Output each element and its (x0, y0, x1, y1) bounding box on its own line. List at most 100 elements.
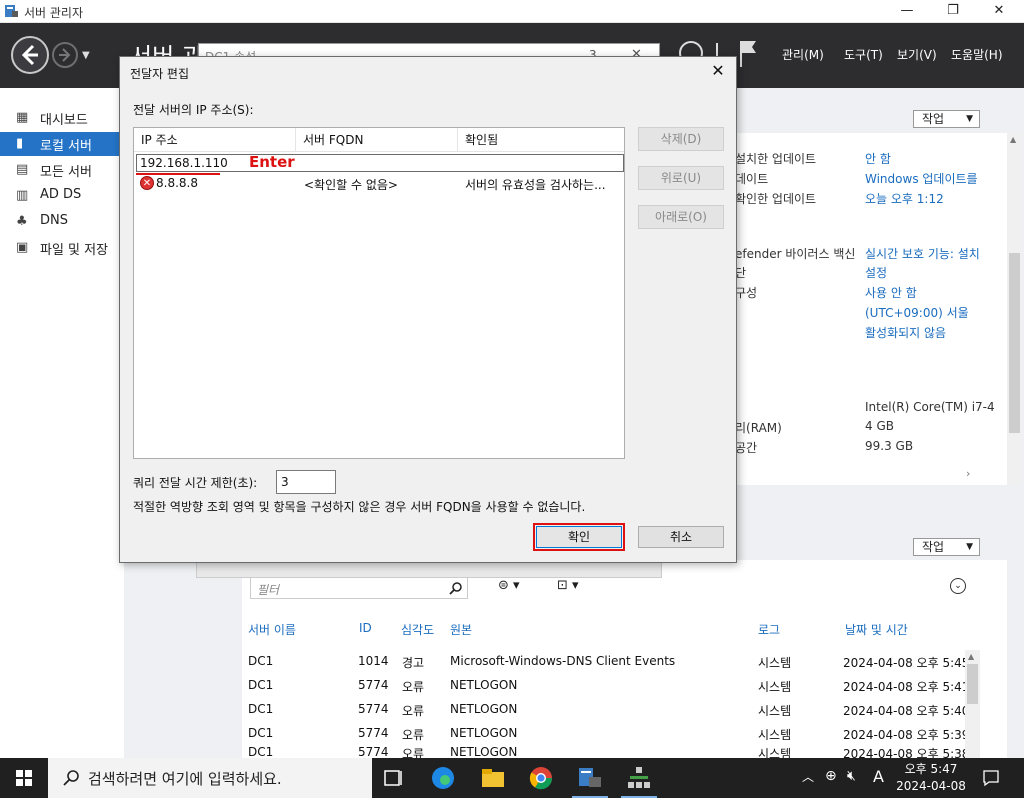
all-servers-icon: ▤ (16, 162, 29, 177)
edit-forwarders-dialog: 전달자 편집 ✕ 전달 서버의 IP 주소(S): IP 주소 서버 FQDN … (119, 56, 737, 563)
prop-value-link[interactable]: Windows 업데이트를 (865, 170, 978, 187)
error-icon: ✕ (140, 176, 154, 190)
notification-center-icon[interactable] (982, 769, 1000, 787)
prop-value-link[interactable]: 사용 안 함 (865, 284, 917, 301)
scroll-thumb[interactable] (967, 664, 978, 704)
col-log[interactable]: 로그 (758, 621, 780, 638)
minimize-button[interactable]: — (884, 0, 930, 23)
scroll-right-icon[interactable]: › (966, 467, 970, 480)
dialog-close-button[interactable]: ✕ (706, 59, 730, 83)
ip-edit-input[interactable]: 192.168.1.110 (136, 154, 624, 172)
prop-value-link[interactable]: 안 함 (865, 150, 891, 167)
cell-log: 시스템 (758, 747, 792, 758)
properties-task-button[interactable]: 작업 ▼ (913, 110, 980, 128)
network-icon[interactable]: ⊕ (825, 768, 837, 784)
filter-placeholder: 필터 (257, 583, 280, 597)
prop-label: 설치한 업데이트 (735, 152, 817, 166)
file-explorer-icon[interactable] (478, 764, 508, 792)
col-server-fqdn[interactable]: 서버 FQDN (296, 128, 458, 152)
dns-manager-taskbar-icon[interactable] (624, 764, 654, 792)
row-ip: 8.8.8.8 (156, 176, 198, 190)
cell-datetime: 2024-04-08 오후 5:39 (843, 728, 970, 742)
menu-help[interactable]: 도움말(H) (951, 46, 1003, 63)
properties-scrollbar[interactable]: ▲ (1007, 133, 1022, 485)
events-filter-input[interactable]: 필터 (250, 577, 468, 599)
sidebar-item-dashboard[interactable]: ▦ 대시보드 (0, 106, 124, 130)
scroll-thumb[interactable] (1009, 253, 1020, 433)
sidebar-item-ad-ds[interactable]: ▥ AD DS (0, 184, 124, 208)
menu-tools[interactable]: 도구(T) (844, 46, 883, 63)
prop-value-link[interactable]: 실시간 보호 기능: 설치 (865, 245, 980, 262)
server-manager-taskbar-icon[interactable] (575, 764, 605, 792)
cell-source: Microsoft-Windows-DNS Client Events (450, 654, 676, 668)
ip-edit-value: 192.168.1.110 (140, 156, 228, 170)
prop-value-link[interactable]: (UTC+09:00) 서울 (865, 304, 969, 321)
col-source[interactable]: 원본 (450, 621, 472, 638)
cell-datetime: 2024-04-08 오후 5:41 (843, 680, 970, 694)
events-task-button[interactable]: 작업 ▼ (913, 538, 980, 556)
list-view-icon[interactable]: ⊜ ▾ (498, 578, 520, 593)
cell-source: NETLOGON (450, 745, 518, 758)
maximize-button[interactable]: ❐ (930, 0, 976, 23)
history-dropdown-icon[interactable]: ▼ (82, 50, 90, 61)
sidebar-item-file-storage[interactable]: ▣ 파일 및 저장 (0, 236, 124, 260)
prop-value-link[interactable]: 활성화되지 않음 (865, 324, 946, 341)
forwarder-ip-list[interactable]: IP 주소 서버 FQDN 확인됨 192.168.1.110 Enter ✕ … (133, 127, 625, 459)
notification-flag-icon[interactable] (738, 39, 758, 69)
windows-start-icon[interactable] (0, 758, 48, 798)
cell-severity: 오류 (402, 704, 425, 718)
close-button[interactable]: ✕ (976, 0, 1022, 23)
menu-view[interactable]: 보기(V) (897, 46, 937, 63)
search-icon[interactable] (449, 581, 463, 595)
menu-manage[interactable]: 관리(M) (782, 46, 824, 63)
task-view-icon[interactable] (377, 764, 407, 792)
prop-value-link[interactable]: 설정 (865, 264, 887, 281)
cell-severity: 오류 (402, 747, 425, 758)
cell-severity: 오류 (402, 728, 425, 742)
scroll-up-icon[interactable]: ▲ (1010, 135, 1016, 144)
ime-indicator[interactable]: A (873, 767, 884, 786)
col-severity[interactable]: 심각도 (401, 621, 434, 638)
cell-source: NETLOGON (450, 726, 518, 740)
sidebar-item-label: 로컬 서버 (40, 139, 92, 154)
back-button[interactable] (11, 36, 49, 74)
tray-overflow-icon[interactable]: ︿ (802, 768, 814, 785)
delete-button[interactable]: 삭제(D) (638, 127, 724, 151)
prop-label: 리(RAM) (735, 421, 782, 435)
edge-icon[interactable] (428, 764, 458, 792)
cell-server: DC1 (248, 702, 274, 716)
move-down-button[interactable]: 아래로(O) (638, 205, 724, 229)
prop-label: 구성 (735, 286, 758, 300)
sidebar-item-local-server[interactable]: ▮ 로컬 서버 (0, 132, 124, 156)
col-validated[interactable]: 확인됨 (458, 128, 624, 152)
events-scrollbar[interactable]: ▲ (965, 650, 980, 758)
forward-button[interactable] (52, 42, 78, 68)
sidebar-item-all-servers[interactable]: ▤ 모든 서버 (0, 158, 124, 182)
move-up-button[interactable]: 위로(U) (638, 166, 724, 190)
window-title: 서버 관리자 (24, 6, 84, 20)
list-item[interactable]: ✕ 8.8.8.8 <확인할 수 없음> 서버의 유효성을 검사하는... (136, 174, 624, 192)
volume-muted-icon[interactable]: 🔇︎ (847, 768, 856, 784)
ok-button[interactable]: 확인 (536, 526, 622, 548)
scroll-up-icon[interactable]: ▲ (968, 652, 974, 661)
prop-label: 공간 (735, 441, 758, 455)
prop-value-link[interactable]: 오늘 오후 1:12 (865, 190, 944, 207)
sidebar-item-label: 대시보드 (40, 113, 88, 128)
enter-annotation: Enter (249, 153, 295, 171)
cancel-button[interactable]: 취소 (638, 526, 724, 548)
dns-icon: ♣ (16, 214, 28, 229)
file-storage-icon: ▣ (16, 240, 29, 255)
taskbar-clock[interactable]: 오후 5:47 2024-04-08 (888, 761, 974, 795)
col-id[interactable]: ID (359, 621, 372, 635)
timeout-input[interactable]: 3 (276, 470, 336, 494)
save-query-icon[interactable]: ⊡ ▾ (557, 578, 579, 593)
col-ip-address[interactable]: IP 주소 (134, 128, 296, 152)
col-server-name[interactable]: 서버 이름 (248, 621, 296, 638)
chrome-icon[interactable] (526, 764, 556, 792)
taskbar-search[interactable]: 검색하려면 여기에 입력하세요. (48, 758, 372, 798)
expand-icon[interactable]: ⌄ (950, 578, 966, 594)
sidebar-item-dns[interactable]: ♣ DNS (0, 210, 124, 234)
cell-datetime: 2024-04-08 오후 5:40 (843, 704, 970, 718)
cell-datetime: 2024-04-08 오후 5:38 (843, 747, 970, 758)
col-datetime[interactable]: 날짜 및 시간 (845, 621, 908, 638)
